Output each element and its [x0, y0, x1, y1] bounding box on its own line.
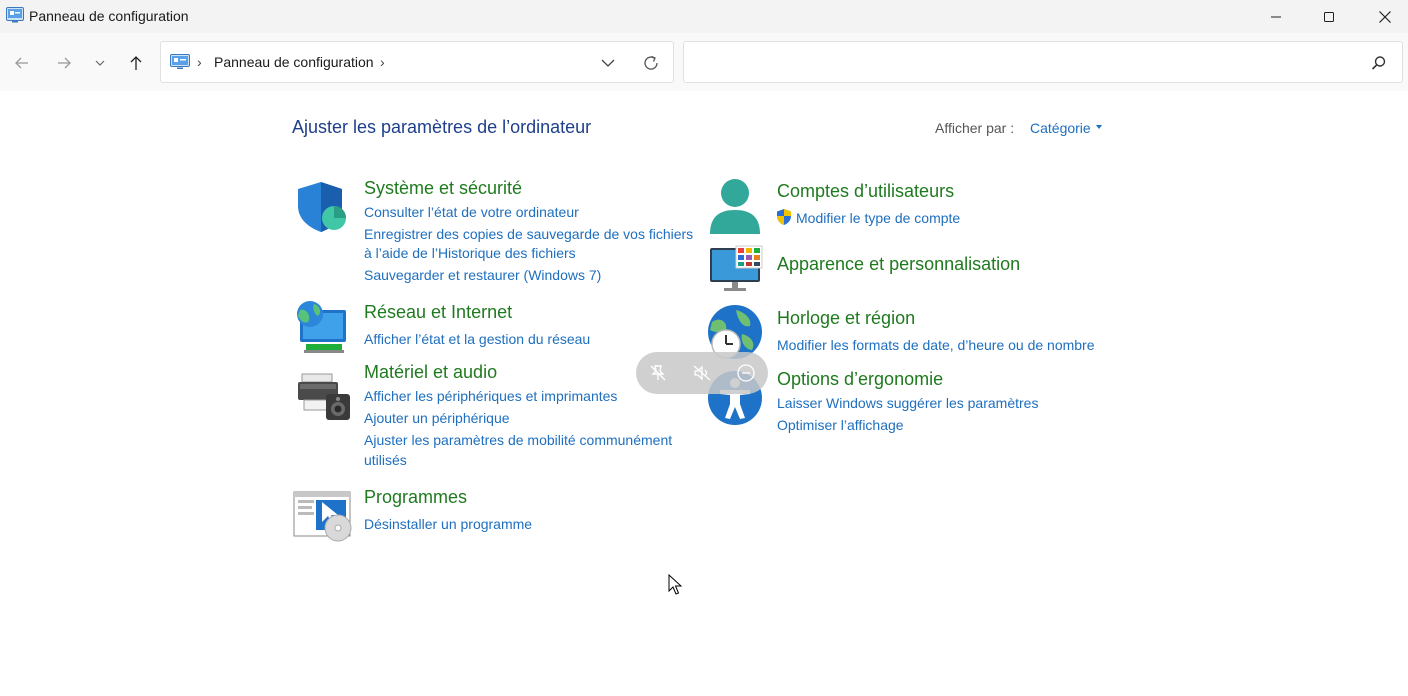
link-file-history-backup[interactable]: Enregistrer des copies de sauvegarde de …: [364, 224, 693, 244]
category-title-clock-region[interactable]: Horloge et région: [777, 308, 915, 329]
minus-circle-icon[interactable]: [736, 363, 756, 383]
floating-media-toolbar: [636, 352, 768, 394]
page-title: Ajuster les paramètres de l’ordinateur: [292, 117, 592, 137]
link-windows-suggest-settings[interactable]: Laisser Windows suggérer les paramètres: [777, 393, 1038, 413]
breadcrumb-control-panel[interactable]: Panneau de configuration: [214, 54, 374, 70]
chevron-down-icon: [95, 60, 105, 66]
category-title-hardware-sound[interactable]: Matériel et audio: [364, 362, 497, 383]
title-bar: Panneau de configuration: [0, 0, 1408, 33]
view-by-label: Afficher par :: [935, 120, 1015, 136]
caret-down-icon[interactable]: [1096, 125, 1102, 129]
refresh-icon[interactable]: [641, 53, 661, 73]
search-icon[interactable]: [1370, 54, 1388, 72]
control-panel-icon: [6, 7, 24, 23]
search-input[interactable]: [694, 52, 1354, 74]
uac-shield-icon: [777, 209, 791, 225]
navigation-bar: › Panneau de configuration ›: [0, 33, 1408, 91]
link-add-device[interactable]: Ajouter un périphérique: [364, 408, 510, 428]
printer-speaker-icon[interactable]: [296, 372, 352, 422]
arrow-right-icon: [58, 57, 71, 69]
programs-disc-icon[interactable]: [292, 490, 352, 542]
link-check-computer-status[interactable]: Consulter l’état de votre ordinateur: [364, 202, 579, 222]
breadcrumb-separator: ›: [197, 54, 202, 70]
link-change-account-type[interactable]: Modifier le type de compte: [796, 208, 960, 228]
search-box[interactable]: [683, 41, 1403, 83]
mute-icon[interactable]: [692, 363, 712, 383]
minimize-button[interactable]: [1248, 0, 1304, 33]
close-button[interactable]: [1357, 0, 1408, 33]
up-button[interactable]: [122, 50, 150, 76]
link-optimize-display[interactable]: Optimiser l’affichage: [777, 415, 904, 435]
category-title-ease-of-access[interactable]: Options d’ergonomie: [777, 369, 943, 390]
link-devices-printers[interactable]: Afficher les périphériques et imprimante…: [364, 386, 617, 406]
close-icon: [1379, 10, 1391, 23]
network-globe-icon[interactable]: [294, 300, 350, 354]
chevron-down-icon[interactable]: [599, 54, 617, 72]
link-backup-restore[interactable]: Sauvegarder et restaurer (Windows 7): [364, 265, 601, 285]
minimize-icon: [1271, 16, 1281, 17]
back-button[interactable]: [8, 50, 36, 76]
maximize-icon: [1324, 11, 1334, 22]
link-date-time-formats[interactable]: Modifier les formats de date, d’heure ou…: [777, 335, 1095, 355]
breadcrumb-separator-expand[interactable]: ›: [380, 54, 385, 70]
mouse-cursor-icon: [668, 574, 682, 595]
link-network-status[interactable]: Afficher l’état et la gestion du réseau: [364, 329, 590, 349]
monitor-palette-icon[interactable]: [708, 244, 766, 294]
category-title-appearance[interactable]: Apparence et personnalisation: [777, 254, 1020, 275]
link-mobility-settings[interactable]: Ajuster les paramètres de mobilité commu…: [364, 430, 672, 450]
window-title: Panneau de configuration: [29, 8, 189, 24]
unpin-icon[interactable]: [648, 363, 668, 383]
shield-icon[interactable]: [296, 180, 350, 234]
category-title-system-security[interactable]: Système et sécurité: [364, 178, 522, 199]
category-title-network-internet[interactable]: Réseau et Internet: [364, 302, 512, 323]
maximize-button[interactable]: [1301, 0, 1357, 33]
control-panel-icon: [170, 54, 190, 69]
link-uninstall-program[interactable]: Désinstaller un programme: [364, 514, 532, 534]
category-title-programs[interactable]: Programmes: [364, 487, 467, 508]
user-icon[interactable]: [708, 178, 762, 236]
arrow-up-icon: [130, 56, 142, 70]
view-by-dropdown[interactable]: Catégorie: [1030, 120, 1091, 136]
address-bar[interactable]: › Panneau de configuration ›: [160, 41, 674, 83]
link-mobility-settings-line2[interactable]: utilisés: [364, 450, 407, 470]
forward-button[interactable]: [50, 50, 78, 76]
link-file-history-backup-line2[interactable]: à l’aide de l’Historique des fichiers: [364, 243, 576, 263]
arrow-left-icon: [15, 57, 28, 69]
category-title-user-accounts[interactable]: Comptes d’utilisateurs: [777, 181, 954, 202]
recent-locations-button[interactable]: [86, 50, 114, 76]
